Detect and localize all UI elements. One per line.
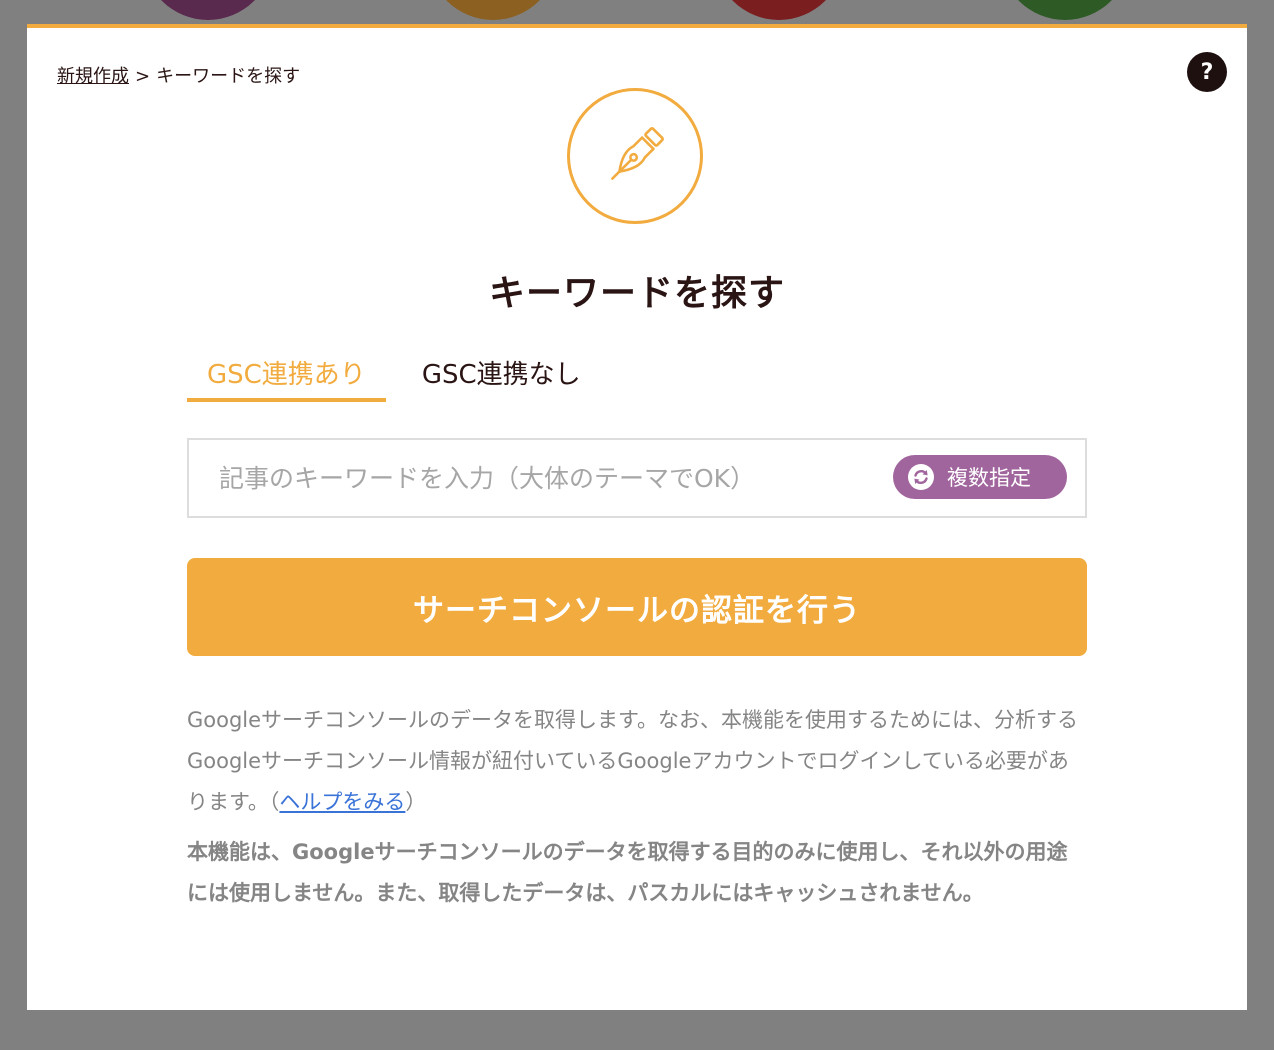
keyword-search-modal: 新規作成 > キーワードを探す ? キーワードを探す GSC連携あり GSC連携なし bbox=[27, 24, 1247, 1010]
header-icon-circle bbox=[567, 88, 703, 224]
description-text: Googleサーチコンソールのデータを取得します。なお、本機能を使用するためには… bbox=[187, 700, 1087, 823]
background-circle bbox=[428, 0, 558, 20]
search-console-auth-button[interactable]: サーチコンソールの認証を行う bbox=[187, 558, 1087, 656]
pen-nib-icon bbox=[611, 127, 664, 180]
help-button[interactable]: ? bbox=[1187, 52, 1227, 92]
breadcrumb-current: キーワードを探す bbox=[156, 66, 301, 87]
page-title: キーワードを探す bbox=[488, 273, 785, 314]
tab-gsc-linked[interactable]: GSC連携あり bbox=[187, 354, 386, 402]
help-link[interactable]: ヘルプをみる bbox=[279, 790, 405, 814]
sync-icon bbox=[908, 464, 934, 490]
breadcrumb: 新規作成 > キーワードを探す bbox=[57, 62, 300, 88]
background-circle bbox=[714, 0, 844, 20]
keyword-input[interactable] bbox=[189, 440, 879, 516]
usage-note: 本機能は、Googleサーチコンソールのデータを取得する目的のみに使用し、それ以… bbox=[187, 840, 1068, 905]
multi-keyword-label: 複数指定 bbox=[947, 466, 1031, 490]
tab-gsc-unlinked[interactable]: GSC連携なし bbox=[422, 354, 581, 398]
question-icon: ? bbox=[1200, 59, 1214, 85]
breadcrumb-parent-link[interactable]: 新規作成 bbox=[57, 66, 129, 87]
background-circle bbox=[143, 0, 273, 20]
description-close-paren: ） bbox=[405, 790, 427, 814]
tab-bar: GSC連携あり GSC連携なし bbox=[187, 354, 581, 402]
breadcrumb-separator: > bbox=[135, 66, 151, 87]
multi-keyword-button[interactable]: 複数指定 bbox=[893, 455, 1067, 499]
background-circle bbox=[1000, 0, 1130, 20]
keyword-input-box: 複数指定 bbox=[187, 438, 1087, 518]
